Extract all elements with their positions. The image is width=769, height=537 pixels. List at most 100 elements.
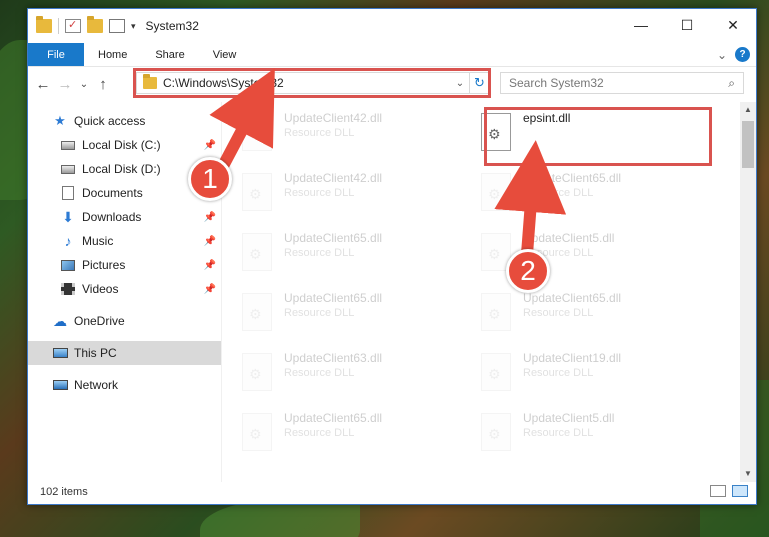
tab-share[interactable]: Share	[141, 43, 198, 66]
file-type: Resource DLL	[284, 127, 355, 139]
file-item[interactable]: ⚙ UpdateClient65.dll Resource DLL	[465, 287, 695, 343]
sidebar-item-quick-access[interactable]: ★ Quick access	[28, 109, 221, 133]
sidebar-item-label: Downloads	[82, 210, 142, 224]
videos-icon	[60, 282, 76, 296]
status-bar: 102 items	[28, 480, 756, 504]
sidebar-item-label: Documents	[82, 186, 143, 200]
file-name: UpdateClient42.dll	[284, 111, 383, 125]
refresh-icon[interactable]: ↻	[469, 73, 489, 93]
forward-button[interactable]: →	[54, 76, 76, 93]
customize-toolbar-icon[interactable]: ▾	[131, 21, 136, 32]
tiles-view-icon[interactable]	[732, 485, 748, 497]
address-dropdown-icon[interactable]: ⌄	[451, 78, 469, 89]
file-name: UpdateClient63.dll	[284, 351, 383, 365]
sidebar-item-this-pc[interactable]: This PC	[28, 341, 221, 365]
pc-icon	[52, 346, 68, 360]
close-button[interactable]: ✕	[710, 9, 756, 41]
network-icon	[52, 378, 68, 392]
dll-file-icon: ⚙	[481, 413, 511, 451]
sidebar-item-label: Music	[82, 234, 114, 248]
gear-icon: ⚙	[488, 306, 501, 322]
file-list: ⚙ UpdateClient42.dll Resource DLL ⚙ UpdateCl…	[222, 102, 740, 482]
recent-locations-icon[interactable]: ⌄	[76, 79, 92, 90]
file-name: UpdateClient5.dll	[523, 411, 615, 425]
file-item[interactable]: ⚙ UpdateClient65.dll Resource DLL	[465, 167, 695, 223]
file-item[interactable]: ⚙ UpdateClient5.dll Resource DLL	[465, 227, 695, 283]
maximize-button[interactable]: ☐	[664, 9, 710, 41]
file-item[interactable]: ⚙ UpdateClient65.dll Resource DLL	[226, 227, 456, 283]
sidebar-item-label: Pictures	[82, 258, 126, 272]
tab-file[interactable]: File	[28, 43, 84, 66]
address-bar[interactable]: C:\Windows\System32 ⌄ ↻	[136, 72, 490, 94]
vertical-scrollbar[interactable]: ▲ ▼	[740, 102, 756, 482]
cloud-icon: ☁	[53, 312, 67, 329]
expand-ribbon-icon[interactable]: ⌄	[717, 48, 727, 62]
file-type: Resource DLL	[284, 247, 355, 259]
properties-check-icon[interactable]	[65, 18, 81, 33]
quick-access-toolbar: ▾	[28, 16, 136, 34]
gear-icon: ⚙	[488, 426, 501, 442]
file-item[interactable]: ⚙ UpdateClient19.dll Resource DLL	[465, 347, 695, 403]
pin-icon: 📌	[203, 139, 216, 151]
file-item[interactable]: ⚙ UpdateClient63.dll Resource DLL	[226, 347, 456, 403]
dll-file-icon: ⚙	[242, 353, 272, 391]
pin-icon: 📌	[203, 211, 216, 223]
navigation-bar: ← → ⌄ ↑ C:\Windows\System32 ⌄ ↻ Search S…	[28, 67, 756, 101]
sidebar-item-music[interactable]: ♪ Music 📌	[28, 229, 221, 253]
disk-icon	[60, 162, 76, 176]
file-item[interactable]: ⚙ UpdateClient42.dll Resource DLL	[226, 107, 456, 163]
view-icon[interactable]	[109, 19, 125, 33]
step-2-badge: 2	[506, 249, 550, 293]
gear-icon: ⚙	[488, 246, 501, 262]
sidebar-item-label: Network	[74, 378, 119, 392]
up-button[interactable]: ↑	[92, 76, 114, 93]
file-item[interactable]: ⚙ UpdateClient42.dll Resource DLL	[226, 167, 456, 223]
file-item[interactable]: ⚙ UpdateClient65.dll Resource DLL	[226, 287, 456, 343]
help-icon[interactable]: ?	[735, 47, 750, 62]
documents-icon	[60, 186, 76, 200]
sidebar-item-downloads[interactable]: ⬇ Downloads 📌	[28, 205, 221, 229]
file-item[interactable]: ⚙ UpdateClient5.dll Resource DLL	[465, 407, 695, 463]
back-button[interactable]: ←	[32, 76, 54, 93]
details-view-icon[interactable]	[710, 485, 726, 497]
step-1-badge: 1	[188, 157, 232, 201]
main-area: ★ Quick access Local Disk (C:) 📌 Local Disk …	[28, 102, 756, 482]
music-icon: ♪	[64, 233, 72, 249]
sidebar-item-label: OneDrive	[74, 314, 125, 328]
sidebar-item-onedrive[interactable]: ☁ OneDrive	[28, 309, 221, 333]
scroll-thumb[interactable]	[742, 121, 754, 168]
window-title: System32	[145, 19, 199, 33]
dll-file-icon: ⚙	[242, 413, 272, 451]
scroll-up-icon[interactable]: ▲	[740, 102, 756, 118]
sidebar-item-network[interactable]: Network	[28, 373, 221, 397]
ribbon: File Home Share View ⌄ ?	[28, 43, 756, 67]
file-item[interactable]: ⚙ epsint.dll	[465, 107, 695, 163]
file-item[interactable]: ⚙ UpdateClient65.dll Resource DLL	[226, 407, 456, 463]
address-path[interactable]: C:\Windows\System32	[163, 76, 451, 90]
folder-icon	[143, 74, 157, 89]
search-icon: ⌕	[728, 76, 735, 90]
sidebar-item-label: Quick access	[74, 114, 146, 128]
sidebar-item-label: Local Disk (C:)	[82, 138, 161, 152]
pin-icon: 📌	[203, 283, 216, 295]
tab-view[interactable]: View	[199, 43, 251, 66]
sidebar-item-label: This PC	[74, 346, 117, 360]
minimize-button[interactable]: —	[618, 9, 664, 41]
disk-icon	[60, 138, 76, 152]
dll-file-icon: ⚙	[481, 113, 511, 151]
file-name: UpdateClient65.dll	[284, 231, 383, 245]
file-name: UpdateClient19.dll	[523, 351, 622, 365]
sidebar-item-pictures[interactable]: Pictures 📌	[28, 253, 221, 277]
tab-home[interactable]: Home	[84, 43, 141, 66]
new-folder-icon[interactable]	[87, 16, 103, 33]
file-type: Resource DLL	[523, 427, 594, 439]
sidebar-item-local-disk-c[interactable]: Local Disk (C:) 📌	[28, 133, 221, 157]
search-input[interactable]: Search System32 ⌕	[500, 72, 744, 94]
file-type: Resource DLL	[284, 427, 355, 439]
dll-file-icon: ⚙	[481, 353, 511, 391]
dll-file-icon: ⚙	[481, 173, 511, 211]
gear-icon: ⚙	[249, 246, 262, 262]
sidebar-item-videos[interactable]: Videos 📌	[28, 277, 221, 301]
background-leaf	[200, 500, 360, 537]
file-name: UpdateClient42.dll	[284, 171, 383, 185]
